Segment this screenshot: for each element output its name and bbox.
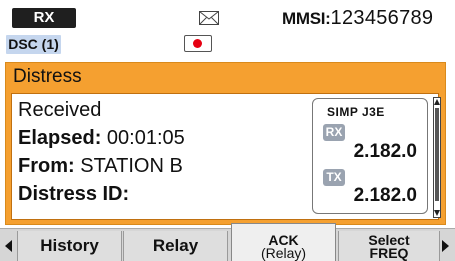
select-key-line2: FREQ	[369, 245, 409, 261]
dsc-badge: DSC (1)	[6, 35, 61, 54]
softkey-right-arrow-icon[interactable]	[442, 240, 449, 252]
elapsed-value: 00:01:05	[106, 127, 185, 149]
tx-tag: TX	[323, 169, 345, 186]
envelope-icon	[199, 11, 219, 25]
received-line: Received	[18, 99, 102, 121]
status-bar: RX MMSI:123456789	[4, 6, 448, 31]
elapsed-line: Elapsed: 00:01:05	[18, 124, 185, 152]
distress-content: Received Elapsed: 00:01:05 From: STATION…	[11, 93, 441, 220]
from-value: STATION B	[80, 155, 183, 177]
from-line: From: STATION B	[18, 152, 185, 180]
rx-tag: RX	[323, 124, 345, 141]
select-freq-key[interactable]: Select FREQ	[338, 231, 440, 261]
radio-display: RX MMSI:123456789 DSC (1) Distress Recei…	[0, 0, 455, 261]
mode-label: SIMP J3E	[327, 105, 385, 119]
rx-indicator: RX	[12, 8, 76, 28]
ack-key-line2: (Relay)	[260, 245, 307, 261]
ack-relay-key[interactable]: ACK (Relay)	[231, 223, 336, 261]
softkey-bar: History Relay ACK (Relay) Select FREQ	[0, 223, 455, 261]
scroll-thumb[interactable]	[435, 108, 439, 201]
scrollbar[interactable]	[433, 97, 441, 218]
distress-id-label: Distress ID:	[18, 183, 130, 205]
record-icon	[184, 35, 212, 52]
distress-details: Received Elapsed: 00:01:05 From: STATION…	[18, 96, 185, 208]
distress-id-line: Distress ID:	[18, 180, 185, 208]
frequency-box: SIMP J3E RX 2.182.0 TX 2.182.0	[312, 98, 428, 214]
elapsed-label: Elapsed:	[18, 127, 102, 149]
scroll-up-arrow-icon[interactable]	[434, 99, 440, 105]
from-label: From:	[18, 155, 75, 177]
record-dot	[193, 39, 202, 48]
scroll-down-arrow-icon[interactable]	[434, 210, 440, 216]
history-key[interactable]: History	[17, 231, 122, 261]
mmsi-label: MMSI:	[282, 9, 331, 28]
mmsi-readout: MMSI:123456789	[282, 7, 433, 30]
mmsi-value: 123456789	[330, 7, 434, 29]
distress-window: Distress Received Elapsed: 00:01:05 From…	[5, 62, 446, 225]
softkey-left-arrow-icon[interactable]	[5, 240, 12, 252]
rx-frequency: 2.182.0	[353, 141, 417, 162]
tx-frequency: 2.182.0	[353, 185, 417, 206]
relay-key[interactable]: Relay	[123, 231, 228, 261]
window-title: Distress	[13, 66, 82, 87]
status-bar-secondary: DSC (1)	[4, 31, 448, 57]
